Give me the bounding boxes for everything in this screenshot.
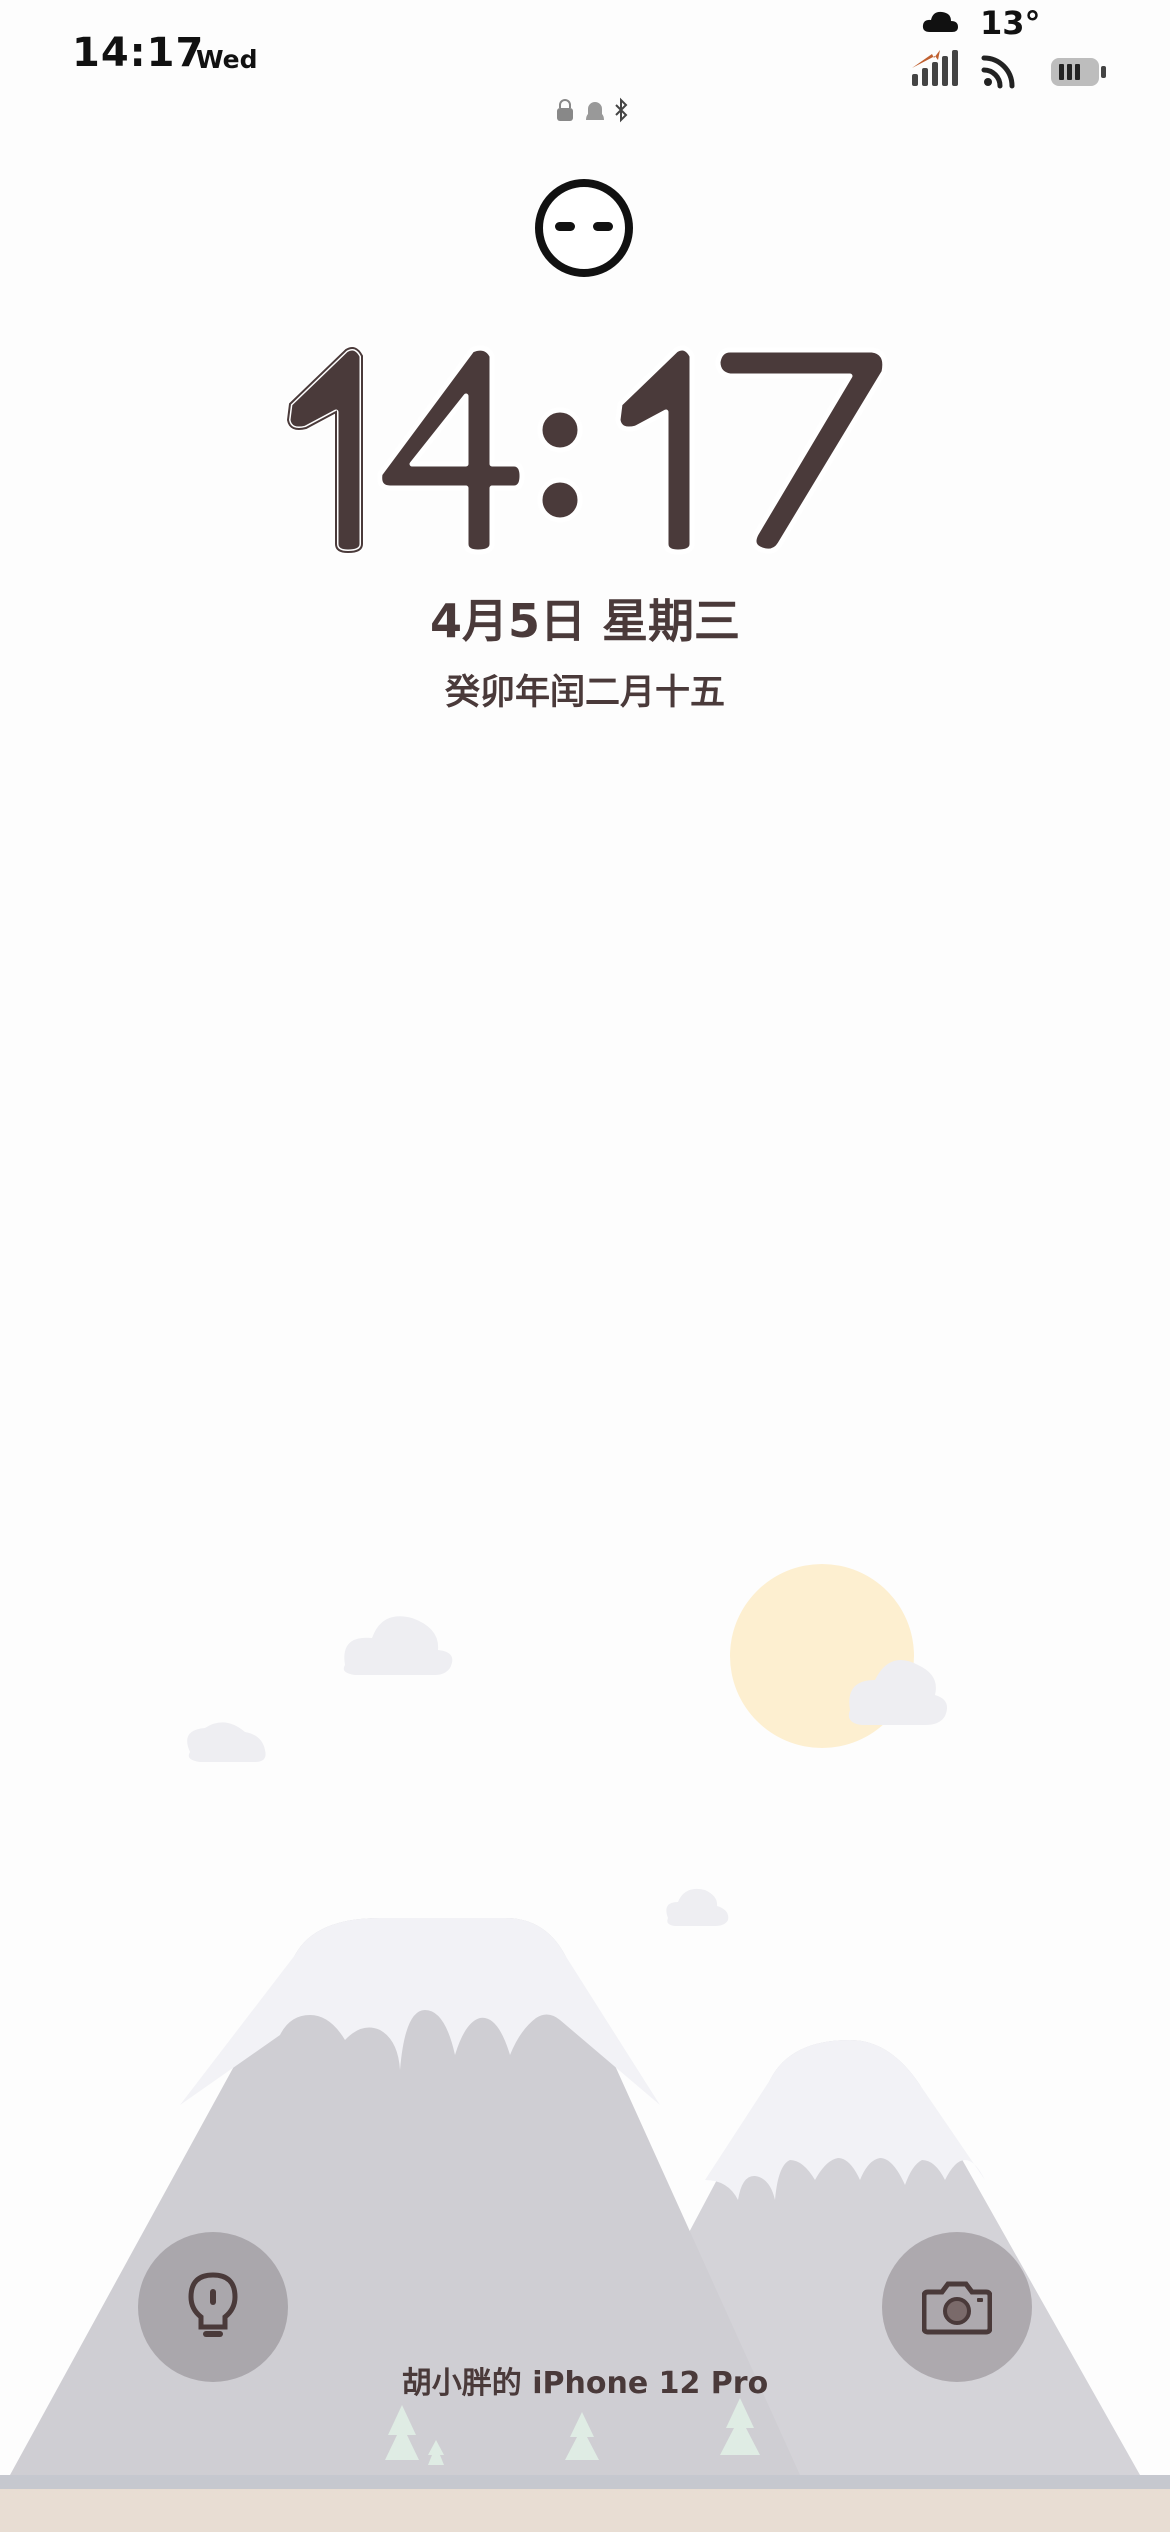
big-clock xyxy=(285,345,888,555)
camera-icon xyxy=(922,2281,992,2335)
face-icon xyxy=(535,179,633,277)
flashlight-icon xyxy=(188,2272,238,2337)
bell-icon xyxy=(586,102,604,120)
battery-icon xyxy=(1051,58,1106,86)
wifi-icon xyxy=(981,55,1015,89)
status-day: Wed xyxy=(196,45,258,74)
cloud-icon xyxy=(922,11,958,32)
indicator-icons xyxy=(557,97,628,123)
signal-icon xyxy=(912,50,958,86)
lunar-date: 癸卯年闰二月十五 xyxy=(444,673,725,713)
status-time: 14:17 xyxy=(72,30,205,76)
lock-icon xyxy=(557,99,573,121)
bluetooth-icon xyxy=(615,97,628,123)
temperature: 13° xyxy=(980,4,1041,42)
clouds xyxy=(187,1616,729,1926)
date-line: 4月5日 星期三 xyxy=(429,594,741,648)
device-owner-label: 胡小胖的 iPhone 12 Pro xyxy=(401,2366,769,2401)
